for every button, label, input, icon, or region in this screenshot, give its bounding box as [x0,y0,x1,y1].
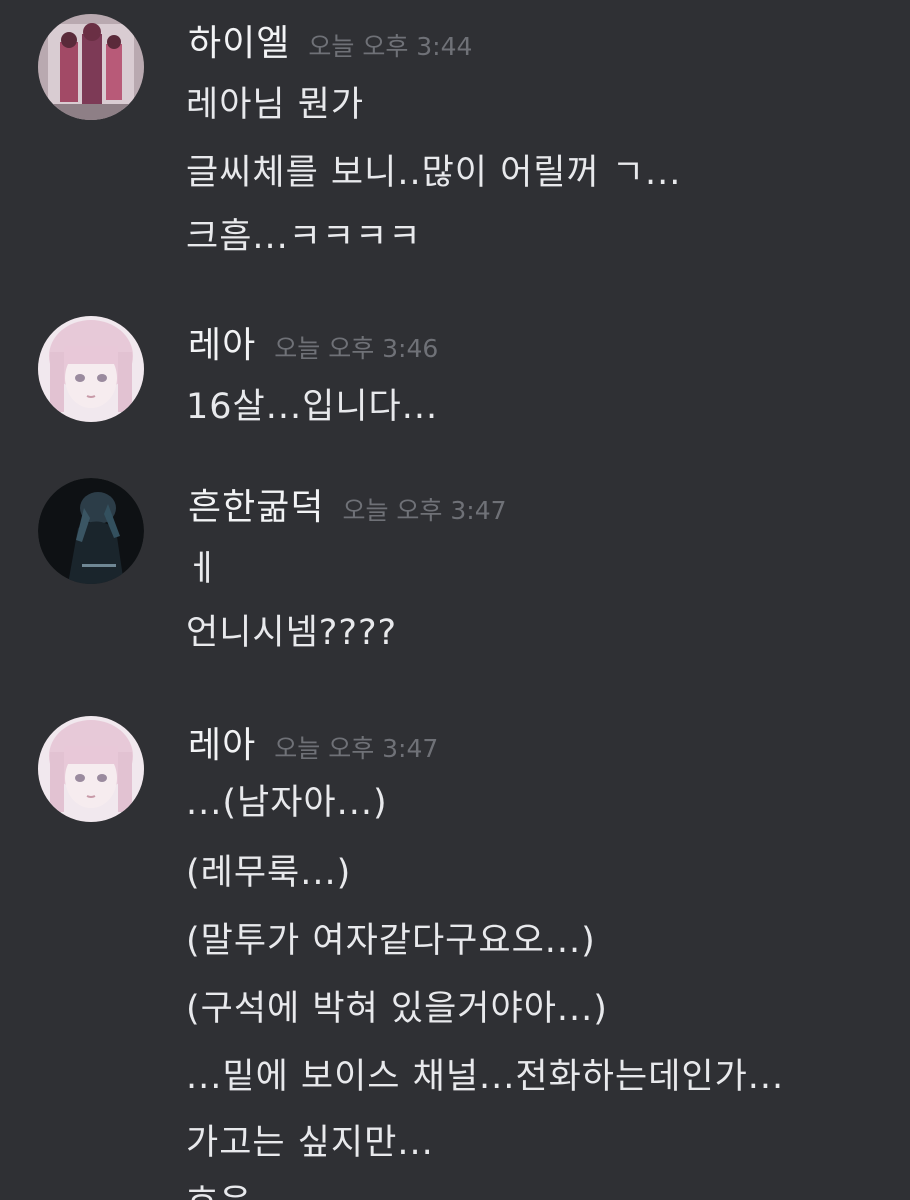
message-text: (레무룩...) [186,853,352,893]
message-header: 레아 오늘 오후 3:46 [188,316,438,370]
avatar-image-icon [38,316,144,422]
username[interactable]: 레아 [188,316,256,368]
chat-message-list[interactable]: 하이엘 오늘 오후 3:44 레아님 뭔가 글씨체를 보니..많이 어릴꺼 ㄱ.… [0,0,910,1200]
message-text: ㅔ [186,549,220,589]
message-header: 흔한굶덕 오늘 오후 3:47 [188,478,507,532]
message-text: 크흠...ㅋㅋㅋㅋ [186,217,422,257]
message-text: 16살...입니다... [186,387,439,427]
message-text: 흐음 [186,1174,252,1200]
message-text: 글씨체를 보니..많이 어릴꺼 ㄱ... [186,153,682,193]
avatar[interactable] [38,14,144,120]
avatar-image-icon [38,716,144,822]
message-text: (말투가 여자같다구요오...) [186,921,596,961]
avatar-image-icon [38,14,144,120]
avatar[interactable] [38,716,144,822]
timestamp: 오늘 오후 3:47 [342,496,507,525]
message-text: 가고는 싶지만... [186,1123,434,1163]
timestamp: 오늘 오후 3:46 [274,334,439,363]
message-text: 레아님 뭔가 [186,85,365,125]
message-text: (구석에 박혀 있을거야아...) [186,989,608,1029]
message-header: 하이엘 오늘 오후 3:44 [188,14,472,68]
username[interactable]: 레아 [188,716,256,768]
avatar[interactable] [38,316,144,422]
username[interactable]: 흔한굶덕 [188,478,324,530]
timestamp: 오늘 오후 3:44 [308,32,473,61]
avatar-image-icon [38,478,144,584]
message-text: ...(남자아...) [186,783,388,823]
username[interactable]: 하이엘 [188,14,290,66]
message-text: ...밑에 보이스 채널...전화하는데인가... [186,1057,785,1097]
message-header: 레아 오늘 오후 3:47 [188,716,438,770]
message-text: 언니시넴???? [186,613,398,653]
timestamp: 오늘 오후 3:47 [274,734,439,763]
avatar[interactable] [38,478,144,584]
